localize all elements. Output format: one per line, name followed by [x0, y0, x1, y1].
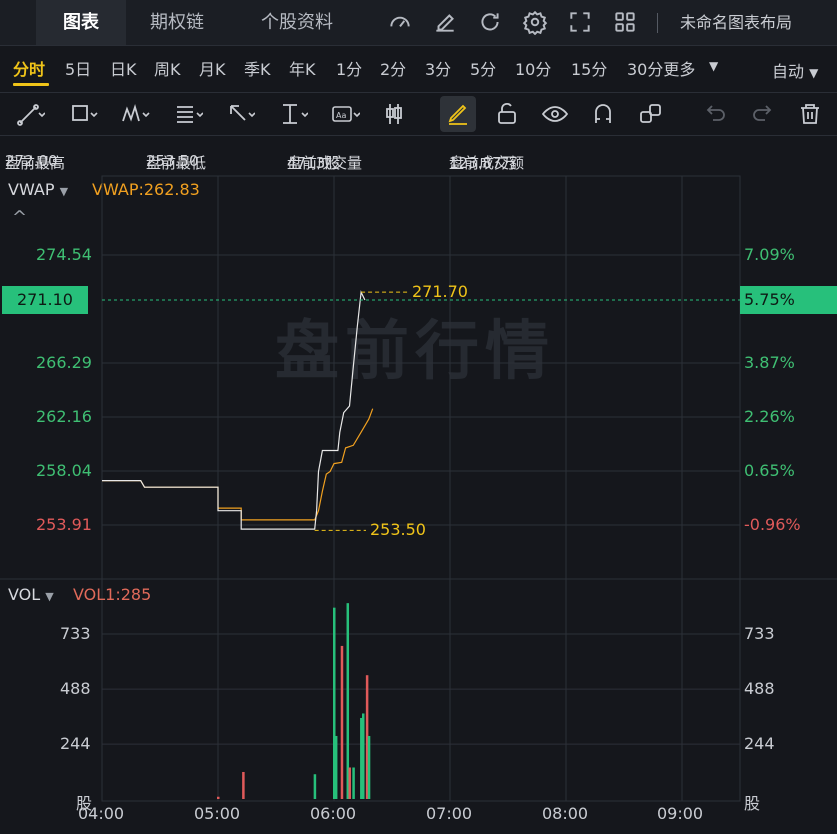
plot-border [101, 175, 741, 802]
volume-bar [348, 767, 351, 799]
vol-label: VOL [8, 585, 41, 604]
volume-bar [242, 771, 245, 799]
grid [0, 175, 837, 802]
x-tick: 06:00 [310, 804, 357, 823]
high-marker-label: 271.70 [412, 282, 468, 301]
series-line [102, 290, 366, 530]
volume-bar [334, 735, 338, 799]
volume-bar [217, 796, 220, 799]
vwap-line [102, 408, 374, 521]
x-tick: 05:00 [194, 804, 241, 823]
volume-bar [352, 767, 355, 799]
vol-tick-right: 488 [744, 679, 775, 698]
vol-tick-left: 733 [60, 624, 91, 643]
chevron-down-icon: ▼ [45, 590, 54, 603]
volume-bars [217, 603, 371, 799]
current-price-tag: 271.10 [2, 286, 88, 314]
vol-tick-right: 733 [744, 624, 775, 643]
volume-bar [362, 713, 365, 799]
x-tick: 09:00 [657, 804, 704, 823]
chart-canvas[interactable] [0, 0, 837, 834]
x-tick: 07:00 [426, 804, 473, 823]
vol-value: VOL1:285 [73, 585, 152, 604]
current-change-tag: 5.75% [740, 286, 837, 314]
volume-bar [340, 645, 344, 799]
vol-indicator-name[interactable]: VOL ▼ [8, 585, 54, 604]
series-line [102, 408, 374, 521]
x-tick: 08:00 [542, 804, 589, 823]
vol-unit-right: 股 [744, 794, 761, 813]
volume-bar [367, 735, 371, 799]
price-line [102, 290, 366, 530]
markers [102, 291, 740, 531]
vol-tick-right: 244 [744, 734, 775, 753]
volume-bar [313, 774, 317, 799]
vol-tick-left: 244 [60, 734, 91, 753]
low-marker-label: 253.50 [370, 520, 426, 539]
x-tick: 04:00 [78, 804, 125, 823]
vol-tick-left: 488 [60, 679, 91, 698]
